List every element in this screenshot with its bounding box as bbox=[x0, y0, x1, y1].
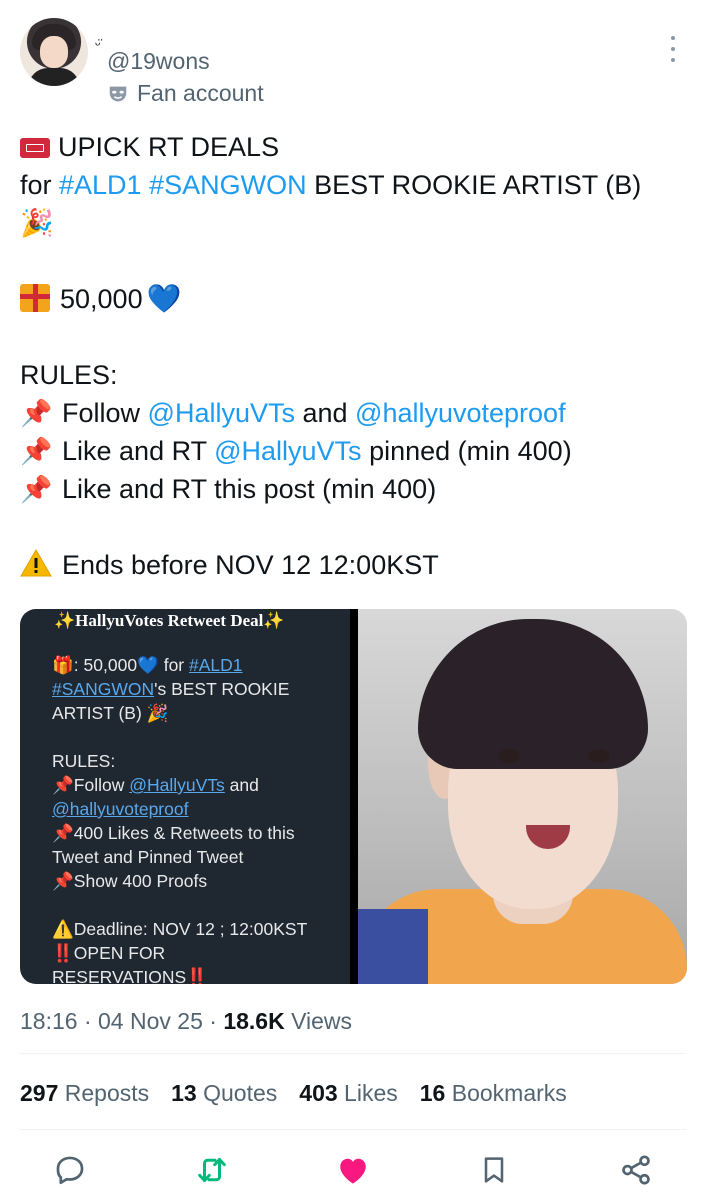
tweet-line-prize: 50,000 💙 bbox=[20, 280, 690, 318]
share-icon bbox=[622, 1155, 650, 1185]
pushpin-icon: 📌 bbox=[52, 871, 74, 891]
ticket-icon bbox=[20, 138, 50, 158]
post-time[interactable]: 18:16 bbox=[20, 1008, 78, 1034]
divider bbox=[20, 1053, 686, 1054]
hashtag-ald1[interactable]: #ALD1 bbox=[59, 170, 142, 200]
bookmarks-stat[interactable]: 16 Bookmarks bbox=[420, 1080, 567, 1107]
media-image-left[interactable]: ✨HallyuVotes Retweet Deal✨ 🎁: 50,000💙 fo… bbox=[20, 609, 350, 984]
hashtag-sangwon[interactable]: #SANGWON bbox=[149, 170, 307, 200]
warning-icon bbox=[20, 548, 52, 577]
reposts-stat[interactable]: 297 Reposts bbox=[20, 1080, 149, 1107]
quotes-stat[interactable]: 13 Quotes bbox=[171, 1080, 277, 1107]
mask-icon bbox=[109, 86, 127, 101]
warning-icon: ⚠️ bbox=[52, 919, 74, 939]
party-popper-icon: 🎉 bbox=[20, 208, 54, 238]
double-exclamation-icon: ‼️ bbox=[52, 943, 74, 963]
mention-hallyuvoteproof[interactable]: @hallyuvoteproof bbox=[355, 398, 566, 428]
like-button[interactable] bbox=[333, 1150, 373, 1190]
likes-stat[interactable]: 403 Likes bbox=[299, 1080, 397, 1107]
badge-emoji: ᵕ̈ bbox=[95, 36, 101, 52]
pushpin-icon: 📌 bbox=[20, 474, 53, 504]
tweet-text: UPICK RT DEALS for #ALD1 #SANGWON BEST R… bbox=[20, 128, 690, 584]
gift-icon bbox=[20, 284, 50, 312]
bookmark-button[interactable] bbox=[474, 1150, 514, 1190]
media-title: ✨HallyuVotes Retweet Deal✨ bbox=[54, 611, 285, 630]
tweet-line-for: for #ALD1 #SANGWON BEST ROOKIE ARTIST (B… bbox=[20, 170, 642, 200]
rule-2: 📌 Like and RT @HallyuVTs pinned (min 400) bbox=[20, 432, 690, 470]
mention-hallyuvts[interactable]: @HallyuVTs bbox=[214, 436, 361, 466]
media-image-right[interactable] bbox=[358, 609, 687, 984]
reply-button[interactable] bbox=[50, 1150, 90, 1190]
divider bbox=[20, 1129, 686, 1130]
repost-button[interactable] bbox=[192, 1150, 232, 1190]
rules-title: RULES: bbox=[20, 360, 118, 390]
tweet-line-ends: Ends before NOV 12 12:00KST bbox=[20, 546, 690, 584]
rule-1: 📌 Follow @HallyuVTs and @hallyuvoteproof bbox=[20, 394, 690, 432]
views-label: Views bbox=[291, 1008, 353, 1034]
avatar[interactable] bbox=[20, 18, 88, 86]
tweet-line-title: UPICK RT DEALS bbox=[20, 128, 690, 166]
engagement-stats: 297 Reposts 13 Quotes 403 Likes 16 Bookm… bbox=[20, 1080, 567, 1107]
pushpin-icon: 📌 bbox=[20, 436, 53, 466]
blue-heart-icon: 💙 bbox=[146, 283, 182, 314]
rule-3: 📌 Like and RT this post (min 400) bbox=[20, 470, 690, 508]
gift-icon: 🎁 bbox=[52, 655, 74, 675]
reply-icon bbox=[56, 1156, 84, 1185]
media-grid[interactable]: ✨HallyuVotes Retweet Deal✨ 🎁: 50,000💙 fo… bbox=[20, 609, 687, 984]
user-handle[interactable]: @19wons bbox=[107, 48, 210, 75]
action-bar bbox=[20, 1150, 686, 1190]
pushpin-icon: 📌 bbox=[20, 398, 53, 428]
account-type-label: Fan account bbox=[137, 80, 264, 106]
post-meta: 18:16 · 04 Nov 25 · 18.6K Views bbox=[20, 1008, 353, 1034]
post-date[interactable]: 04 Nov 25 bbox=[98, 1008, 203, 1034]
share-button[interactable] bbox=[616, 1150, 656, 1190]
tweet-line-party: 🎉 bbox=[20, 204, 690, 242]
media-body: 🎁: 50,000💙 for #ALD1 #SANGWON's BEST ROO… bbox=[52, 655, 308, 984]
bookmark-icon bbox=[484, 1157, 504, 1183]
pushpin-icon: 📌 bbox=[52, 823, 74, 843]
like-icon bbox=[340, 1158, 366, 1184]
views-count: 18.6K bbox=[223, 1008, 285, 1034]
mention-hallyuvts[interactable]: @HallyuVTs bbox=[148, 398, 295, 428]
more-options-icon[interactable] bbox=[662, 36, 684, 62]
repost-icon bbox=[198, 1158, 226, 1182]
pushpin-icon: 📌 bbox=[52, 775, 74, 795]
account-type-row: Fan account bbox=[107, 80, 264, 107]
